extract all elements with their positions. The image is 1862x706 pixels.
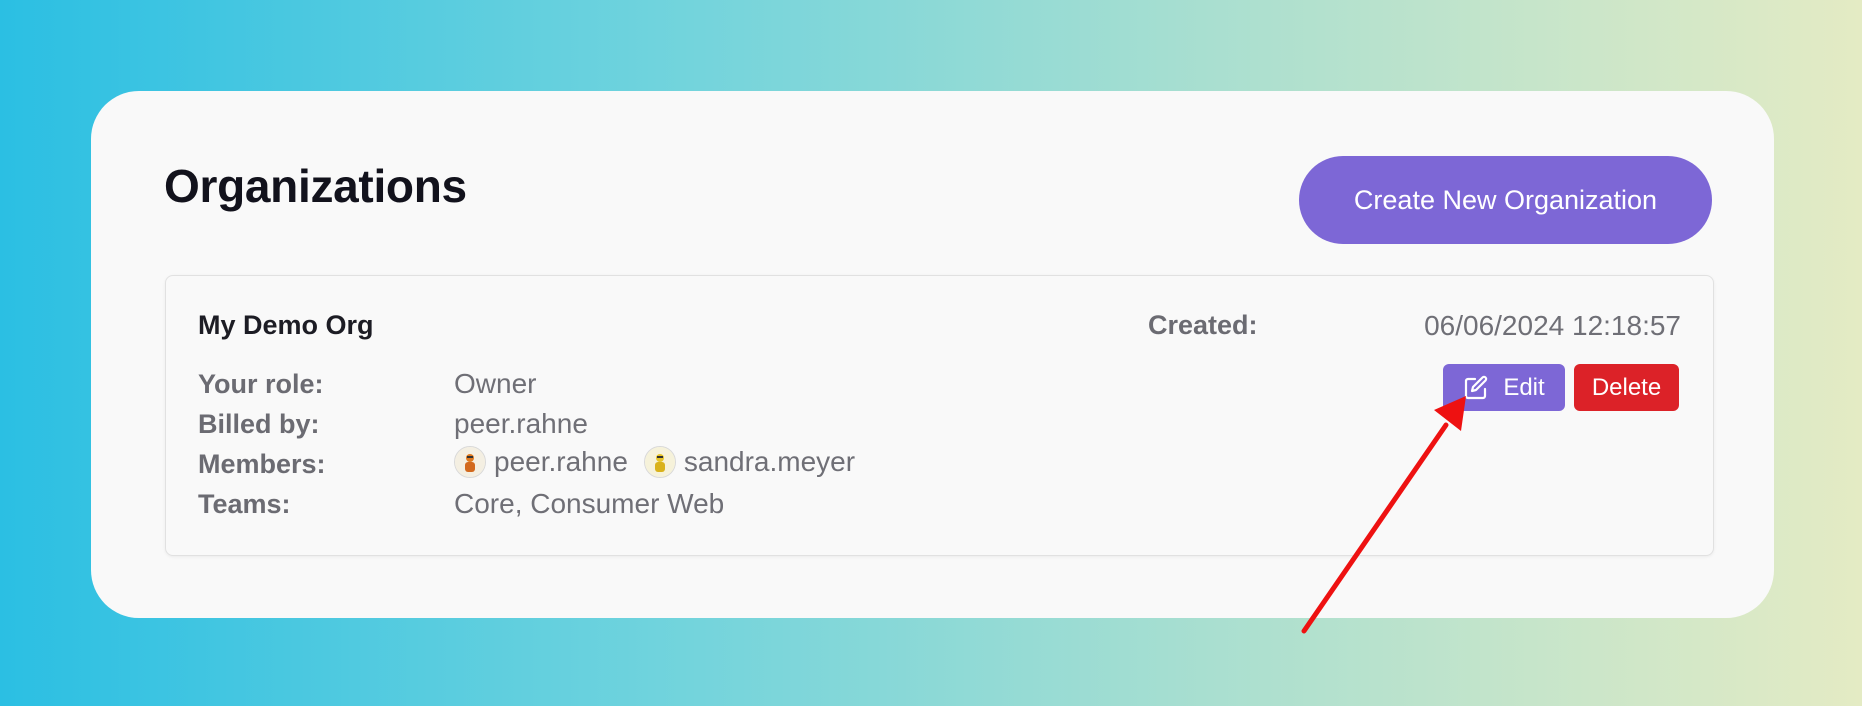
member-name: sandra.meyer	[683, 446, 856, 477]
edit-button[interactable]: Edit	[1443, 364, 1565, 411]
teams-label: Teams:	[198, 489, 291, 519]
page-title: Organizations	[164, 160, 467, 212]
member-item: sandra.meyer	[643, 446, 856, 478]
avatar-icon	[454, 446, 486, 478]
organization-name: My Demo Org	[198, 310, 374, 340]
organization-card: My Demo Org Created: 06/06/2024 12:18:57…	[165, 275, 1714, 556]
billed-by-label: Billed by:	[198, 409, 320, 439]
teams-value: Core, Consumer Web	[454, 488, 725, 519]
edit-button-label: Edit	[1503, 373, 1545, 401]
role-label: Your role:	[198, 369, 324, 399]
organizations-panel: Organizations Create New Organization My…	[91, 91, 1774, 618]
members-list: peer.rahne sandra.meyer	[454, 446, 871, 478]
created-value: 06/06/2024 12:18:57	[1424, 310, 1681, 341]
member-name: peer.rahne	[494, 446, 628, 477]
role-value: Owner	[454, 368, 537, 399]
members-label: Members:	[198, 449, 326, 479]
avatar-icon	[643, 446, 676, 478]
member-item: peer.rahne	[454, 446, 628, 478]
delete-button[interactable]: Delete	[1574, 364, 1679, 411]
edit-icon	[1463, 375, 1489, 401]
billed-by-value: peer.rahne	[454, 408, 588, 439]
created-label: Created:	[1148, 310, 1258, 340]
create-organization-button[interactable]: Create New Organization	[1299, 156, 1712, 244]
